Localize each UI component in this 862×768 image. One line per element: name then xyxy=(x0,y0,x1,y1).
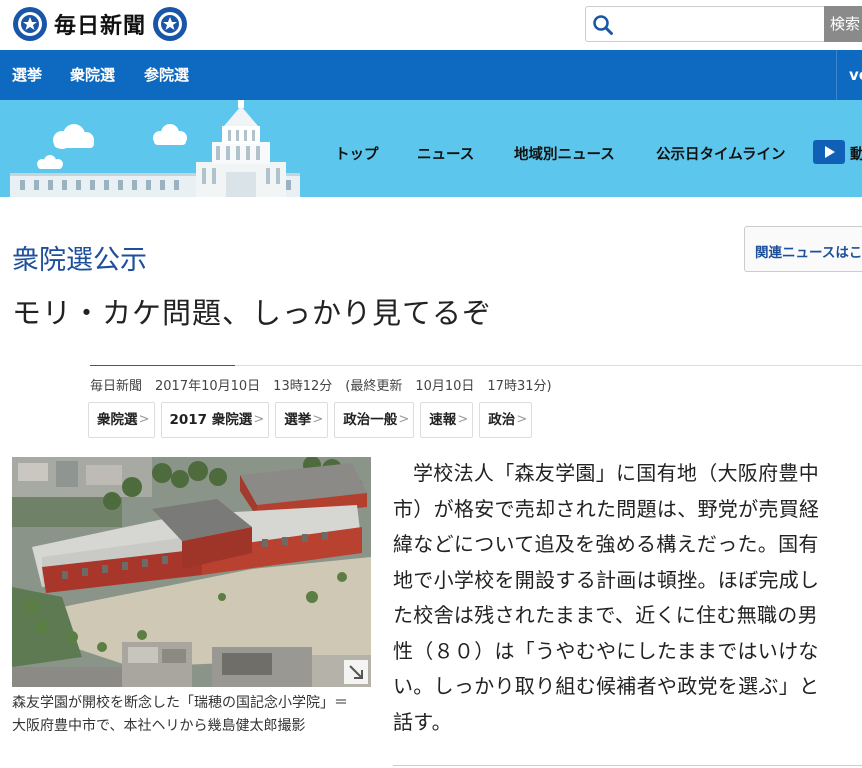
related-news-label: 関連ニュースはこ xyxy=(755,245,862,261)
chevron-right-icon: > xyxy=(398,412,410,427)
chevron-right-icon: > xyxy=(457,412,469,427)
video-play-icon[interactable] xyxy=(813,140,845,164)
main-nav: 選挙 衆院選 参院選 vo xyxy=(0,50,862,100)
article-title: モリ・カケ問題、しっかり見てるぞ xyxy=(12,296,493,330)
search-icon xyxy=(593,15,613,35)
tag-list: 衆院選 > 2017 衆院選 > 選挙 > 政治一般 > 速報 > 政治 > xyxy=(88,402,533,438)
subnav-timeline[interactable]: 公示日タイムライン xyxy=(656,143,785,164)
tag-seiji-ippan[interactable]: 政治一般 > xyxy=(334,402,415,438)
chevron-right-icon: > xyxy=(138,412,150,427)
search-button[interactable]: 検索 xyxy=(824,6,862,42)
article-body: 学校法人「森友学園」に国有地（大阪府豊中市）が格安で売却された問題は、野党が売買… xyxy=(393,461,820,734)
tag-label: 衆院選 xyxy=(97,412,138,428)
tag-seiji[interactable]: 政治 > xyxy=(479,402,533,438)
article-photo[interactable] xyxy=(12,457,371,687)
site-header: 毎日新聞 検索 xyxy=(0,0,862,50)
divider xyxy=(90,365,235,366)
expand-photo-icon[interactable] xyxy=(344,660,368,684)
tag-label: 政治一般 xyxy=(343,412,398,428)
tag-label: 速報 xyxy=(429,412,457,428)
diet-building-illustration xyxy=(10,100,300,197)
tag-2017-shuinsen[interactable]: 2017 衆院選 > xyxy=(160,402,270,438)
logo-text: 毎日新聞 xyxy=(54,13,147,39)
chevron-right-icon: > xyxy=(516,412,528,427)
subnav-top[interactable]: トップ xyxy=(335,143,379,164)
subnav-regional-news[interactable]: 地域別ニュース xyxy=(514,143,615,164)
tag-label: 2017 衆院選 xyxy=(169,412,253,428)
subnav-video[interactable]: 動 xyxy=(850,143,862,164)
nav-item-shuinsen[interactable]: 衆院選 xyxy=(70,50,115,100)
photo-caption: 森友学園が開校を断念した「瑞穂の国記念小学院」＝大阪府豊中市で、本社ヘリから幾島… xyxy=(12,695,348,734)
chevron-right-icon: > xyxy=(312,412,324,427)
search-input[interactable] xyxy=(620,11,820,37)
tag-sokuho[interactable]: 速報 > xyxy=(420,402,474,438)
search-field xyxy=(585,6,825,42)
election-banner: トップ ニュース 地域別ニュース 公示日タイムライン 動 xyxy=(0,100,862,197)
subnav-news[interactable]: ニュース xyxy=(417,143,474,164)
tag-label: 選挙 xyxy=(284,412,312,428)
mainichi-emblem-icon xyxy=(13,7,47,41)
tag-senkyo[interactable]: 選挙 > xyxy=(275,402,329,438)
nav-item-saninsen[interactable]: 参院選 xyxy=(144,50,189,100)
article-byline: 毎日新聞 2017年10月10日 13時12分 (最終更新 10月10日 17時… xyxy=(90,379,552,394)
divider xyxy=(393,765,862,766)
chevron-right-icon: > xyxy=(253,412,265,427)
related-news-box[interactable]: 関連ニュースはこ xyxy=(744,226,862,272)
site-logo[interactable]: 毎日新聞 xyxy=(12,6,188,42)
tag-shuinsen[interactable]: 衆院選 > xyxy=(88,402,155,438)
tag-label: 政治 xyxy=(488,412,516,428)
nav-item-vote[interactable]: vo xyxy=(836,50,862,100)
section-label[interactable]: 衆院選公示 xyxy=(12,238,147,277)
nav-item-senkyo[interactable]: 選挙 xyxy=(12,50,42,100)
divider xyxy=(235,365,862,366)
mainichi-emblem-icon xyxy=(153,7,188,41)
